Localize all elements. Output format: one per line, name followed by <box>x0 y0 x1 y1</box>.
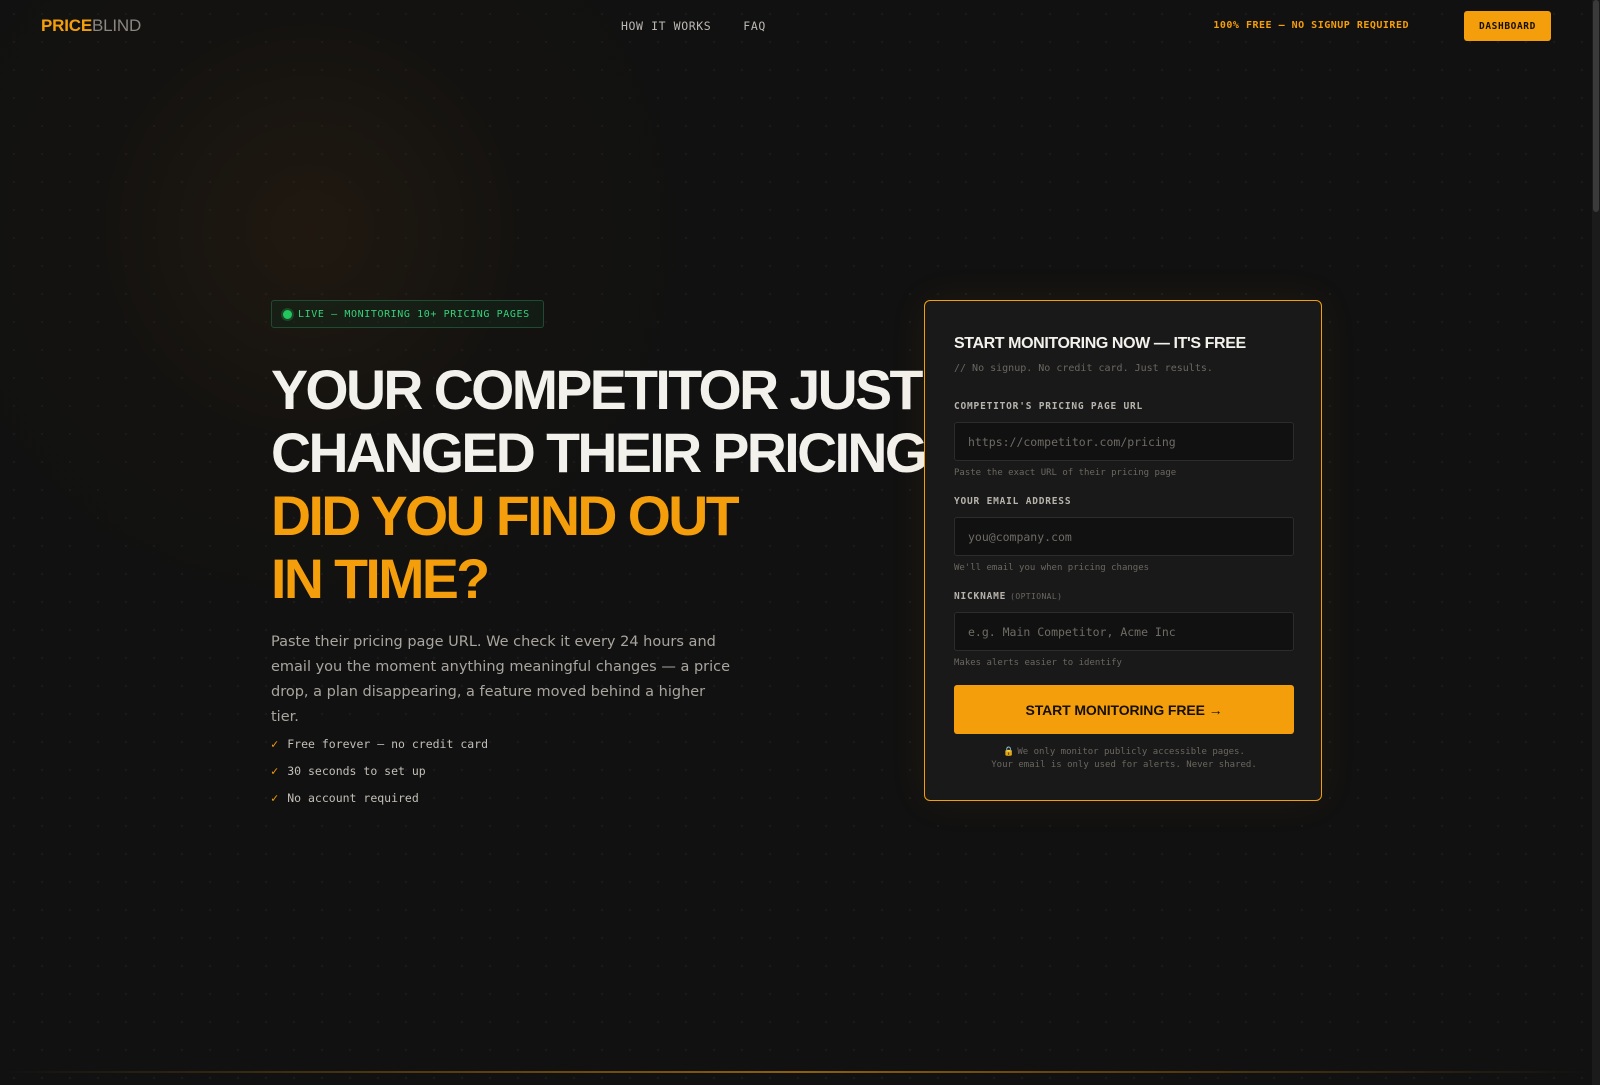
list-item: ✓ Free forever — no credit card <box>271 730 488 757</box>
dashboard-button[interactable]: DASHBOARD <box>1464 11 1551 41</box>
hero-headline: YOUR COMPETITOR JUST CHANGED THEIR PRICI… <box>271 358 941 610</box>
headline-accent-line-1: DID YOU FIND OUT <box>271 484 740 547</box>
bottom-accent-divider <box>0 1071 1592 1073</box>
nickname-field-group: NICKNAME(OPTIONAL) Makes alerts easier t… <box>954 591 1294 668</box>
live-badge-text: LIVE — MONITORING 10+ PRICING PAGES <box>298 308 530 320</box>
free-note: 100% FREE — NO SIGNUP REQUIRED <box>1213 20 1409 31</box>
lock-icon: 🔒 <box>1003 747 1015 757</box>
email-field-hint: We'll email you when pricing changes <box>954 563 1150 573</box>
nav-link-how-it-works[interactable]: HOW IT WORKS <box>621 19 711 33</box>
email-field-label: YOUR EMAIL ADDRESS <box>954 496 1072 507</box>
headline-line-2: CHANGED THEIR PRICING. <box>271 421 941 484</box>
logo-price: PRICE <box>41 16 92 35</box>
check-icon: ✓ <box>271 736 279 751</box>
headline-accent-line-2: IN TIME? <box>271 547 490 610</box>
card-title: START MONITORING NOW — IT'S FREE <box>954 335 1246 352</box>
check-text: 30 seconds to set up <box>287 763 426 778</box>
check-icon: ✓ <box>271 763 279 778</box>
live-badge: LIVE — MONITORING 10+ PRICING PAGES <box>271 300 544 328</box>
signup-card: START MONITORING NOW — IT'S FREE // No s… <box>924 300 1322 801</box>
optional-tag: (OPTIONAL) <box>1010 592 1063 601</box>
nickname-input[interactable] <box>954 612 1294 651</box>
list-item: ✓ 30 seconds to set up <box>271 757 488 784</box>
logo[interactable]: PRICEBLIND <box>41 16 141 36</box>
nickname-field-label: NICKNAME (OPTIONAL) <box>954 591 1294 605</box>
url-field-group: COMPETITOR'S PRICING PAGE URL Paste the … <box>954 401 1294 478</box>
check-text: Free forever — no credit card <box>287 736 489 751</box>
url-field-label: COMPETITOR'S PRICING PAGE URL <box>954 401 1144 412</box>
nickname-label-text: NICKNAME <box>954 591 1007 602</box>
disclaimer-text-1: We only monitor publicly accessible page… <box>1017 747 1245 757</box>
hero-subtext: Paste their pricing page URL. We check i… <box>271 634 731 725</box>
disclaimer-line-2: Your email is only used for alerts. Neve… <box>991 760 1257 770</box>
privacy-disclaimer: 🔒 We only monitor publicly accessible pag… <box>954 746 1294 772</box>
top-nav: PRICEBLIND HOW IT WORKS FAQ 100% FREE — … <box>0 0 1592 52</box>
card-subtitle: // No signup. No credit card. Just resul… <box>954 363 1213 374</box>
scrollbar-thumb[interactable] <box>1593 0 1599 212</box>
headline-line-1: YOUR COMPETITOR JUST <box>271 358 923 421</box>
nickname-field-hint: Makes alerts easier to identify <box>954 658 1122 668</box>
disclaimer-line-1: 🔒 We only monitor publicly accessible pag… <box>954 746 1294 759</box>
url-field-hint: Paste the exact URL of their pricing pag… <box>954 468 1177 478</box>
feature-checklist: ✓ Free forever — no credit card ✓ 30 secon… <box>271 730 488 811</box>
check-icon: ✓ <box>271 790 279 805</box>
email-field-group: YOUR EMAIL ADDRESS We'll email you when … <box>954 496 1294 573</box>
nav-links: HOW IT WORKS FAQ <box>621 19 766 33</box>
start-monitoring-button[interactable]: START MONITORING FREE → <box>954 685 1294 734</box>
url-input[interactable] <box>954 422 1294 461</box>
check-text: No account required <box>287 790 419 805</box>
list-item: ✓ No account required <box>271 784 488 811</box>
live-dot-icon <box>283 309 292 319</box>
logo-blind: BLIND <box>91 16 142 35</box>
scrollbar[interactable] <box>1592 0 1600 1085</box>
email-input[interactable] <box>954 517 1294 556</box>
nav-link-faq[interactable]: FAQ <box>743 19 766 33</box>
